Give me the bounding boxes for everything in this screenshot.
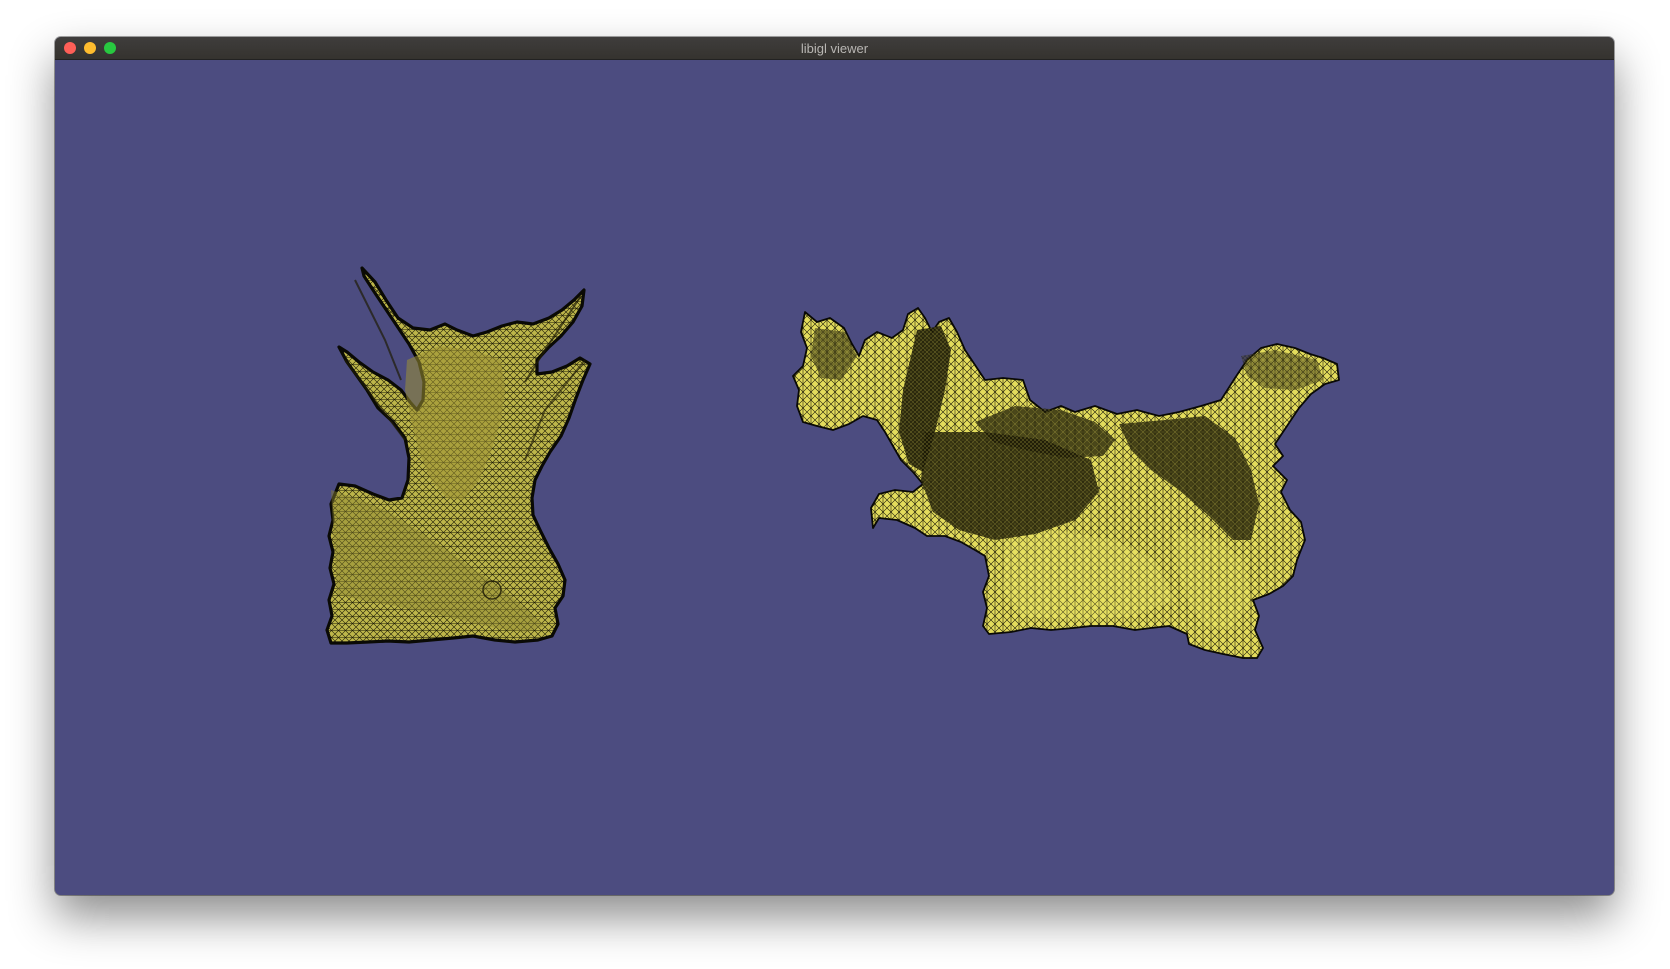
fish-mesh-parameterized[interactable] — [792, 307, 1340, 659]
viewer-window: libigl viewer — [55, 37, 1614, 895]
3d-viewport[interactable] — [55, 60, 1614, 895]
render-canvas[interactable] — [55, 60, 1614, 895]
fish-mesh-original[interactable] — [325, 266, 592, 645]
window-title: libigl viewer — [800, 41, 869, 56]
title-bar[interactable]: libigl viewer — [55, 37, 1614, 60]
